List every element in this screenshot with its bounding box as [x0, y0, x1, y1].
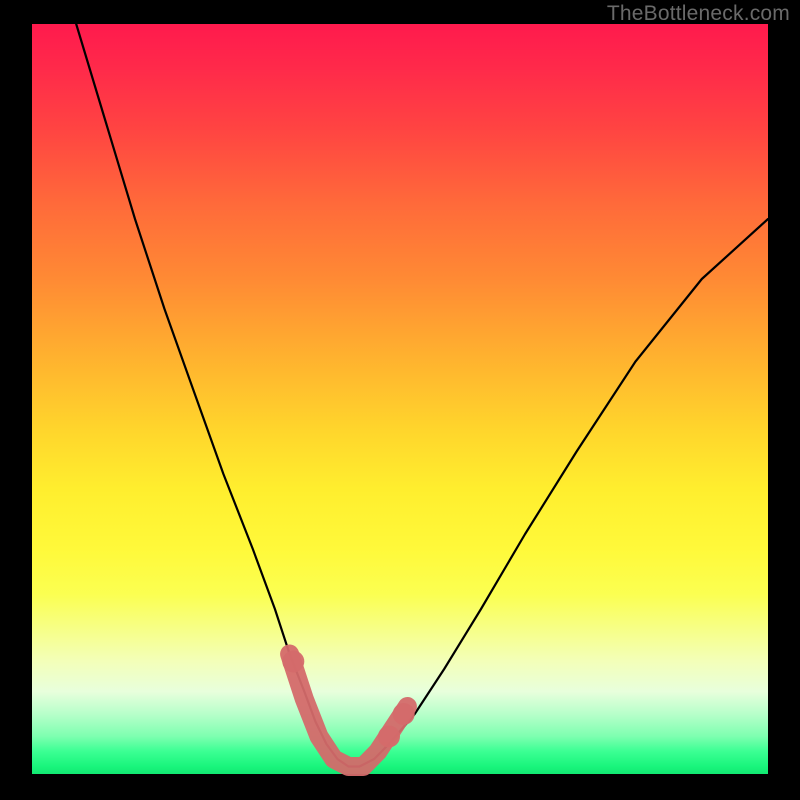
optimal-dot — [378, 726, 400, 748]
plot-area — [32, 24, 768, 774]
bottleneck-curve — [76, 24, 768, 767]
optimal-range-highlight — [290, 654, 408, 767]
watermark-text: TheBottleneck.com — [607, 2, 790, 26]
chart-frame: TheBottleneck.com — [0, 0, 800, 800]
optimal-dot — [393, 703, 415, 725]
curve-svg — [32, 24, 768, 774]
optimal-dot — [282, 651, 304, 673]
